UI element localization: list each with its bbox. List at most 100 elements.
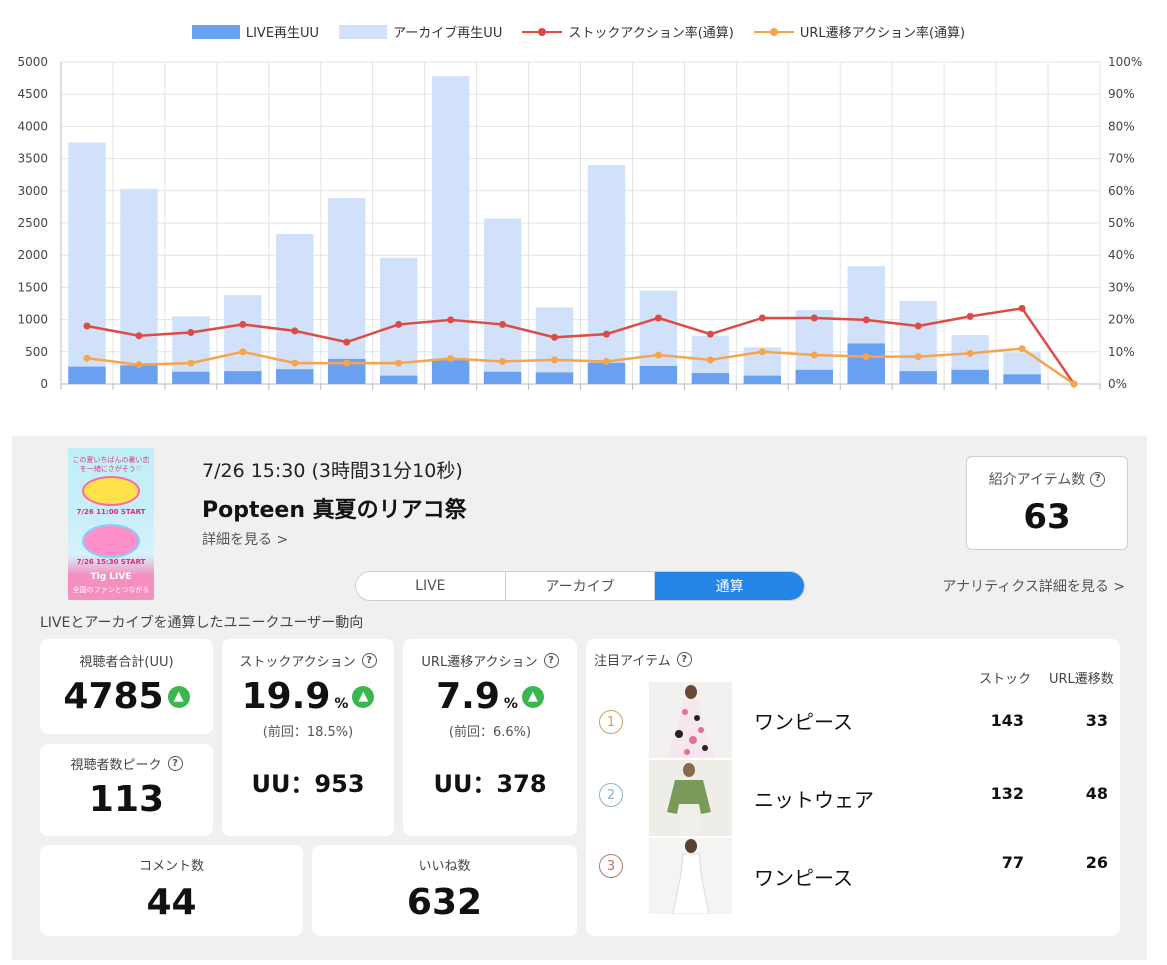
help-icon[interactable]: ? — [676, 652, 692, 667]
card-label-row: 視聴者数ピーク ? — [40, 754, 213, 773]
card-label-row: URL遷移アクション ? — [403, 651, 577, 670]
item-url: 26 — [1085, 853, 1108, 872]
y-right-tick-label: 60% — [1108, 184, 1135, 198]
tab-archive[interactable]: アーカイブ — [506, 572, 656, 600]
help-icon[interactable]: ? — [543, 653, 559, 668]
url-action-value: 7.9 — [436, 676, 500, 717]
bar-archive — [68, 142, 106, 384]
chart-plot: 0 500 1000 1500 2000 2500 3000 3500 4000 4500 5000… — [17, 55, 1142, 391]
y-right-tick-label: 50% — [1108, 216, 1135, 230]
point-url-rate — [239, 348, 247, 356]
point-stock-rate — [187, 328, 195, 336]
item-stock: 132 — [990, 784, 1024, 803]
bar-live — [535, 372, 574, 384]
item-image-dress-floral[interactable] — [649, 682, 732, 758]
rank-badge-2: 2 — [599, 783, 623, 807]
featured-items-title: 注目アイテム — [594, 654, 671, 669]
bar-archive — [328, 197, 366, 384]
y-left-tick-label: 4500 — [17, 87, 48, 101]
card-label-row: コメント数 — [40, 855, 303, 874]
event-thumbnail[interactable]: この夏いちばんの暑い恋を一緒にさがそう♡ 7/26 11:00 START 7/… — [68, 448, 154, 600]
event-summary-panel: この夏いちばんの暑い恋を一緒にさがそう♡ 7/26 11:00 START 7/… — [12, 436, 1147, 960]
point-url-rate — [135, 361, 143, 369]
point-stock-rate — [551, 333, 559, 341]
item-image-knitwear[interactable] — [649, 760, 732, 836]
event-date: 7/26 15:30 (3時間31分10秒) — [202, 460, 463, 482]
up-arrow-icon: ▲ — [167, 685, 190, 708]
thumbnail-date: 7/26 11:00 START — [76, 508, 146, 516]
point-stock-rate — [447, 316, 455, 324]
intro-items-box: 紹介アイテム数 ? 63 — [966, 456, 1128, 550]
point-stock-rate — [914, 322, 922, 330]
help-icon[interactable]: ? — [167, 756, 183, 771]
url-action-card: URL遷移アクション ? 7.9 % ▲ (前回：6.6%) UU：378 — [403, 639, 577, 836]
rank-badge-1: 1 — [599, 710, 623, 734]
up-arrow-icon: ▲ — [352, 685, 375, 708]
url-action-uu: UU：378 — [433, 770, 547, 798]
item-name[interactable]: ワンピース — [754, 706, 853, 735]
section-label: LIVEとアーカイブを通算したユニークユーザー動向 — [40, 615, 364, 631]
bar-archive — [120, 188, 158, 384]
featured-items-card: 注目アイテム ? ストック URL遷移数 1 ワンピース 143 33 2 ニッ… — [586, 639, 1120, 936]
bar-live — [431, 360, 470, 384]
thumbnail-tagline: この夏いちばんの暑い恋を一緒にさがそう♡ — [72, 456, 150, 473]
card-label-row: ストックアクション ? — [222, 651, 394, 670]
y-left-tick-label: 1000 — [17, 313, 48, 327]
stock-action-value-row: 19.9 % ▲ — [222, 676, 394, 717]
point-url-rate — [914, 353, 922, 361]
point-url-rate — [810, 351, 818, 359]
mode-tabs: LIVE アーカイブ 通算 — [355, 571, 805, 601]
point-stock-rate — [83, 322, 91, 330]
up-arrow-icon: ▲ — [521, 685, 544, 708]
total-viewers-label: 視聴者合計(UU) — [79, 655, 174, 670]
bar-live — [691, 373, 730, 384]
point-url-rate — [602, 357, 610, 365]
point-url-rate — [187, 359, 195, 367]
comments-label: コメント数 — [138, 859, 204, 874]
bar-live — [587, 362, 626, 384]
point-url-rate — [291, 359, 299, 367]
y-right-tick-label: 100% — [1108, 55, 1142, 69]
peak-viewers-label: 視聴者数ピーク — [70, 758, 162, 773]
item-image-dress-white[interactable] — [649, 838, 732, 914]
y-left-tick-label: 2500 — [17, 216, 48, 230]
intro-items-value: 63 — [1023, 497, 1071, 537]
point-stock-rate — [966, 312, 974, 320]
point-stock-rate — [654, 314, 662, 322]
y-right-tick-label: 80% — [1108, 119, 1135, 133]
point-url-rate — [499, 357, 507, 365]
analytics-detail-link[interactable]: アナリティクス詳細を見る > — [942, 576, 1125, 596]
bar-live — [379, 375, 418, 384]
item-name[interactable]: ニットウェア — [754, 784, 874, 813]
y-right-tick-label: 10% — [1108, 345, 1135, 359]
tab-total[interactable]: 通算 — [655, 572, 804, 600]
bar-live — [483, 371, 522, 384]
bar-live — [639, 365, 678, 384]
point-stock-rate — [395, 320, 403, 328]
help-icon[interactable]: ? — [361, 653, 377, 668]
point-url-rate — [706, 356, 714, 364]
col-header-url: URL遷移数 — [1049, 672, 1114, 687]
detail-link[interactable]: 詳細を見る > — [202, 529, 288, 549]
y-right-tick-label: 70% — [1108, 152, 1135, 166]
likes-card: いいね数 632 — [312, 845, 577, 936]
stock-action-uu: UU：953 — [251, 770, 365, 798]
stock-action-card: ストックアクション ? 19.9 % ▲ (前回：18.5%) UU：953 — [222, 639, 394, 836]
thumbnail-date: 7/26 15:30 START — [76, 558, 146, 566]
tab-live[interactable]: LIVE — [356, 572, 506, 600]
card-label-row: 視聴者合計(UU) — [40, 651, 213, 670]
item-name[interactable]: ワンピース — [754, 862, 853, 891]
point-url-rate — [654, 351, 662, 359]
thumbnail-logo — [82, 476, 140, 506]
intro-items-label: 紹介アイテム数 — [988, 472, 1086, 488]
help-icon[interactable]: ? — [1090, 471, 1106, 487]
item-url: 33 — [1085, 711, 1108, 730]
peak-viewers-value-row: 113 — [40, 779, 213, 820]
y-left-tick-label: 5000 — [17, 55, 48, 69]
total-viewers-card: 視聴者合計(UU) 4785 ▲ — [40, 639, 213, 734]
point-stock-rate — [810, 314, 818, 322]
point-url-rate — [447, 355, 455, 363]
point-stock-rate — [135, 332, 143, 340]
percent-unit: % — [334, 696, 349, 712]
point-url-rate — [83, 354, 91, 362]
